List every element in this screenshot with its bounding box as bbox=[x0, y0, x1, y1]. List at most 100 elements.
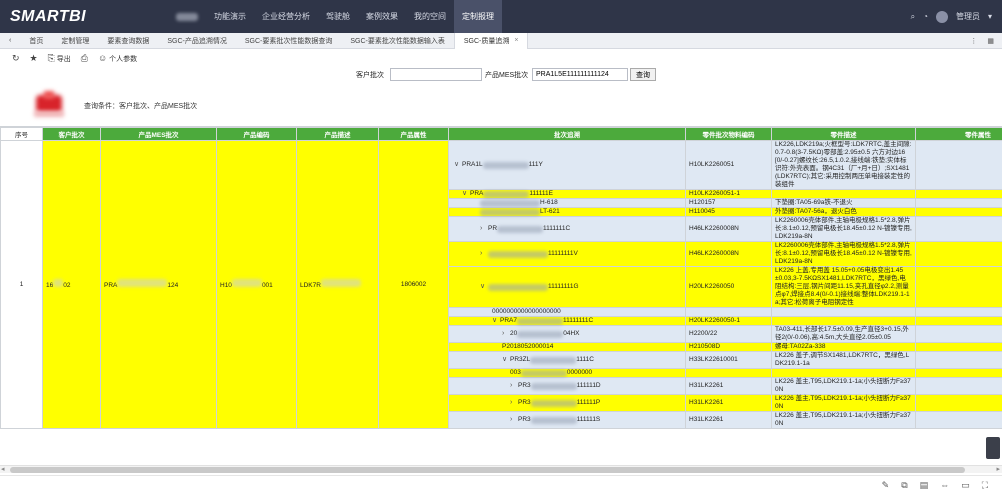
batch-code-suffix[interactable]: 111Y bbox=[529, 161, 543, 169]
chevron-down-icon[interactable]: ▾ bbox=[988, 12, 992, 21]
customer-batch-input[interactable] bbox=[390, 68, 482, 81]
copy-icon[interactable]: ⧉ bbox=[901, 480, 907, 491]
more-icon[interactable]: ⋮ bbox=[970, 37, 977, 45]
scroll-right-icon[interactable]: ▸ bbox=[996, 465, 1000, 473]
expanded-toggle-icon[interactable]: ∨ bbox=[462, 190, 470, 198]
horizontal-scrollbar[interactable]: ◂ ▸ bbox=[0, 465, 1002, 473]
batch-code-prefix[interactable]: P2018052000014 bbox=[502, 343, 553, 351]
tab-product-trace[interactable]: SGC-产品追溯情况 bbox=[158, 33, 236, 49]
expanded-toggle-icon[interactable]: ∨ bbox=[480, 283, 488, 291]
mes-batch-input[interactable] bbox=[532, 68, 628, 81]
user-name[interactable]: 管理员 bbox=[956, 11, 980, 22]
batch-code-prefix[interactable]: PRA1L bbox=[462, 161, 483, 169]
col-header-index[interactable]: 序号 bbox=[0, 127, 43, 141]
batch-code-prefix[interactable]: 0000000000000000000 bbox=[492, 308, 561, 316]
tab-element-batch-query[interactable]: SGC-要素批次性能数据查询 bbox=[236, 33, 342, 49]
tab-nav-left-icon[interactable]: ‹ bbox=[0, 33, 20, 49]
col-header-part-desc[interactable]: 零件描述 bbox=[771, 127, 916, 141]
expanded-toggle-icon[interactable]: ∨ bbox=[502, 356, 510, 364]
batch-code-prefix[interactable]: 20 bbox=[510, 330, 517, 338]
batch-code-suffix[interactable]: H-618 bbox=[540, 199, 558, 207]
export-button[interactable]: ⎘ 导出 bbox=[48, 53, 71, 64]
batch-code-suffix[interactable]: 11111111V bbox=[548, 250, 578, 258]
nav-item-custom-report[interactable]: 定制报理 bbox=[454, 0, 502, 33]
batch-code-prefix[interactable]: PR bbox=[488, 225, 497, 233]
collapsed-toggle-icon[interactable]: › bbox=[510, 399, 518, 407]
batch-code-suffix[interactable]: 111111P bbox=[577, 399, 601, 407]
refresh-icon[interactable]: ↻ bbox=[12, 53, 20, 64]
part-desc-cell: 下垫圈:TA05-69a铁-不退火 bbox=[771, 198, 916, 208]
collapsed-toggle-icon[interactable]: › bbox=[480, 250, 488, 258]
user-icon: ☺ bbox=[97, 52, 108, 63]
nav-item-enterprise[interactable]: 企业经营分析 bbox=[254, 0, 318, 33]
tab-quality-trace[interactable]: SGC-质量追溯 × bbox=[453, 32, 529, 49]
nav-item-myspace[interactable]: 我的空间 bbox=[406, 0, 454, 33]
nav-item-demo[interactable]: 功能演示 bbox=[206, 0, 254, 33]
window-icon[interactable]: ▭ bbox=[961, 480, 970, 491]
batch-code-prefix[interactable]: PR3 bbox=[518, 416, 531, 424]
redacted-text bbox=[480, 199, 540, 207]
batch-code-prefix[interactable]: PRA bbox=[470, 190, 483, 198]
grid-view-icon[interactable]: ▤ bbox=[920, 480, 929, 491]
collapsed-toggle-icon[interactable]: › bbox=[480, 225, 488, 233]
avatar[interactable] bbox=[935, 10, 948, 23]
scroll-left-icon[interactable]: ◂ bbox=[1, 465, 5, 473]
close-icon[interactable]: × bbox=[514, 37, 518, 44]
batch-code-suffix[interactable]: 1111111C bbox=[543, 225, 570, 233]
batch-code-suffix[interactable]: 04HX bbox=[563, 330, 579, 338]
redacted-text bbox=[530, 382, 577, 390]
batch-code-suffix[interactable]: LT-621 bbox=[540, 208, 560, 216]
nav-item-redacted[interactable] bbox=[168, 0, 206, 33]
part-desc-cell: 螺母:TA02Za-338 bbox=[771, 342, 916, 352]
col-header-part-code[interactable]: 零件批次物料编码 bbox=[685, 127, 772, 141]
expanded-toggle-icon[interactable]: ∨ bbox=[492, 317, 500, 325]
star-icon[interactable]: ★ bbox=[30, 53, 38, 64]
batch-code-suffix[interactable]: 1111C bbox=[576, 356, 594, 364]
batch-code-prefix[interactable]: 003 bbox=[510, 369, 521, 377]
batch-code-prefix[interactable]: PR3 bbox=[518, 399, 531, 407]
customer-batch-label: 客户批次 bbox=[356, 72, 384, 79]
grid-icon[interactable]: ▦ bbox=[987, 37, 994, 45]
batch-code-suffix[interactable]: 111111S bbox=[577, 416, 601, 424]
search-icon[interactable]: ⌕ bbox=[911, 12, 915, 22]
batch-code-suffix[interactable]: 11111111C bbox=[563, 317, 593, 325]
collapsed-toggle-icon[interactable]: › bbox=[502, 330, 510, 338]
col-header-product-desc[interactable]: 产品描述 bbox=[296, 127, 379, 141]
collapsed-toggle-icon[interactable]: › bbox=[510, 382, 518, 390]
batch-code-suffix[interactable]: 111111E bbox=[529, 190, 553, 198]
bell-icon[interactable]: ◔ bbox=[923, 12, 928, 21]
redacted-text bbox=[488, 283, 548, 291]
col-header-customer-batch[interactable]: 客户批次 bbox=[42, 127, 101, 141]
tab-home[interactable]: 首页 bbox=[20, 33, 52, 49]
tree-node: › 20 04HX bbox=[452, 330, 682, 338]
scroll-thumb[interactable] bbox=[10, 467, 965, 473]
nav-item-cockpit[interactable]: 驾驶舱 bbox=[318, 0, 358, 33]
batch-code-prefix[interactable]: PRA7 bbox=[500, 317, 517, 325]
full-width-icon[interactable]: ⇔ bbox=[940, 480, 949, 491]
batch-code-prefix[interactable]: PR3 bbox=[518, 382, 531, 390]
redacted-text bbox=[530, 399, 577, 407]
product-code-prefix: H10 bbox=[220, 282, 232, 289]
col-header-mes-batch[interactable]: 产品MES批次 bbox=[100, 127, 217, 141]
tab-element-query[interactable]: 要素查询数据 bbox=[98, 33, 158, 49]
col-header-part-attr[interactable]: 零件属性 bbox=[915, 127, 1002, 141]
tab-element-batch-input[interactable]: SGC-要素批次性能数据输入表 bbox=[341, 33, 454, 49]
batch-code-suffix[interactable]: 111111D bbox=[577, 382, 601, 390]
nav-item-cases[interactable]: 案例效果 bbox=[358, 0, 406, 33]
query-button[interactable]: 查询 bbox=[630, 68, 656, 81]
batch-code-suffix[interactable]: 11111111G bbox=[548, 283, 579, 291]
chat-widget-icon[interactable] bbox=[986, 437, 1000, 459]
batch-code-prefix[interactable]: PR3ZL bbox=[510, 356, 530, 364]
params-button[interactable]: ☺ 个人参数 bbox=[98, 53, 137, 64]
expanded-toggle-icon[interactable]: ∨ bbox=[454, 161, 462, 169]
col-header-product-attr[interactable]: 产品属性 bbox=[378, 127, 449, 141]
col-header-product-code[interactable]: 产品编码 bbox=[216, 127, 297, 141]
fullscreen-icon[interactable]: ⛶ bbox=[982, 480, 988, 491]
tab-custom-manage[interactable]: 定制管理 bbox=[52, 33, 98, 49]
print-icon[interactable]: ⎙ bbox=[81, 53, 88, 64]
col-header-batch-trace[interactable]: 批次追溯 bbox=[448, 127, 686, 141]
batch-code-suffix[interactable]: 0000000 bbox=[567, 369, 592, 377]
edit-icon[interactable]: ✎ bbox=[882, 480, 890, 491]
part-code-cell: H31LK2261 bbox=[685, 411, 772, 429]
collapsed-toggle-icon[interactable]: › bbox=[510, 416, 518, 424]
